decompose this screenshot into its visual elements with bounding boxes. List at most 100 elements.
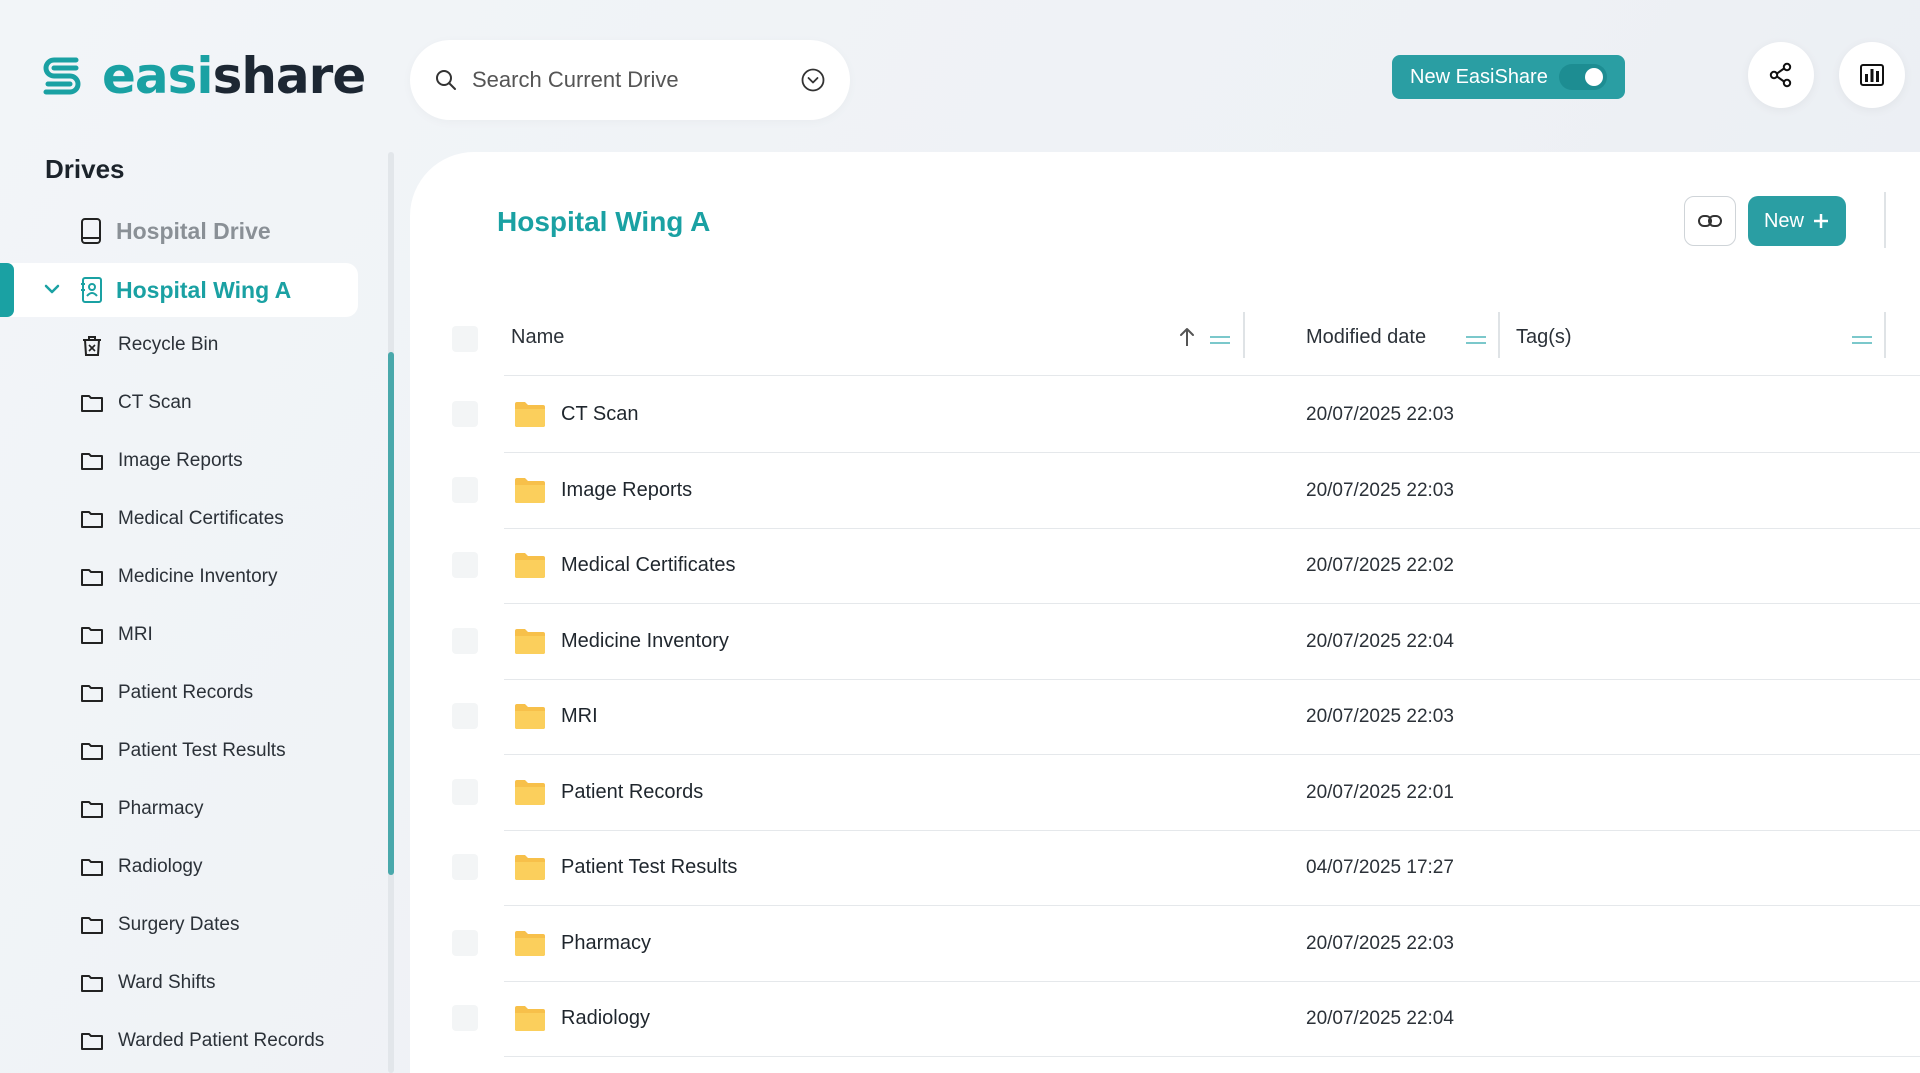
table-row[interactable]: Radiology 20/07/2025 22:04 — [410, 981, 1920, 1056]
new-easishare-toggle[interactable]: New EasiShare — [1392, 55, 1625, 99]
app-logo[interactable]: easishare — [36, 47, 366, 105]
sidebar-scrollbar-thumb[interactable] — [388, 352, 394, 875]
page-title: Hospital Wing A — [497, 206, 711, 237]
easishare-logo-icon — [43, 57, 81, 95]
search-input[interactable] — [472, 67, 800, 93]
row-checkbox[interactable] — [452, 627, 478, 654]
column-header-name[interactable]: Name — [511, 326, 564, 349]
sidebar-item-folder[interactable]: Warded Patient Records — [0, 1018, 358, 1064]
sidebar-item-folder[interactable]: Patient Records — [0, 670, 358, 716]
folder-icon — [81, 975, 103, 992]
row-checkbox[interactable] — [452, 854, 478, 880]
sidebar-item-folder[interactable]: Pharmacy — [0, 786, 358, 832]
sidebar-item-label: Recycle Bin — [118, 334, 219, 355]
active-indicator — [0, 263, 14, 317]
sidebar-item-folder[interactable]: MRI — [0, 612, 358, 658]
sidebar-item-folder[interactable]: Surgery Dates — [0, 902, 358, 948]
sidebar-item-folder[interactable]: Medical Certificates — [0, 496, 358, 542]
folder-icon — [81, 859, 103, 876]
toggle-switch[interactable] — [1559, 64, 1607, 90]
tablet-icon — [81, 218, 101, 244]
row-checkbox[interactable] — [452, 929, 478, 956]
row-name[interactable]: CT Scan — [561, 403, 638, 426]
stats-button[interactable] — [1839, 42, 1905, 108]
column-menu-icon[interactable] — [1210, 336, 1230, 344]
row-name[interactable]: Pharmacy — [561, 932, 651, 955]
chevron-down-icon[interactable] — [42, 279, 62, 299]
chevron-down-circle-icon[interactable] — [800, 67, 826, 93]
column-menu-icon[interactable] — [1466, 336, 1486, 344]
sidebar-item-folder[interactable]: Patient Test Results — [0, 728, 358, 774]
table-row[interactable]: Medicine Inventory 20/07/2025 22:04 — [410, 604, 1920, 679]
select-all-checkbox[interactable] — [452, 326, 478, 352]
column-header-tags[interactable]: Tag(s) — [1516, 326, 1572, 349]
sidebar-item-folder[interactable]: Image Reports — [0, 438, 358, 484]
row-modified-date: 20/07/2025 22:03 — [1306, 404, 1454, 425]
sidebar-item-label: Warded Patient Records — [118, 1030, 325, 1051]
row-name[interactable]: Radiology — [561, 1007, 650, 1030]
folder-icon — [515, 855, 545, 880]
sidebar-item-label: Ward Shifts — [118, 972, 216, 993]
folder-icon — [515, 930, 545, 956]
sidebar: Drives Hospital Drive Hospital Wing A Re… — [0, 150, 390, 1073]
sidebar-item-label: MRI — [118, 624, 153, 645]
row-modified-date: 20/07/2025 22:01 — [1306, 781, 1454, 803]
row-checkbox[interactable] — [452, 476, 478, 503]
row-name[interactable]: MRI — [561, 705, 598, 728]
column-divider[interactable] — [1884, 312, 1886, 358]
sidebar-item-label: Surgery Dates — [118, 914, 240, 935]
toggle-label: New EasiShare — [1410, 65, 1548, 88]
table-row[interactable]: Medical Certificates 20/07/2025 22:02 — [410, 528, 1920, 603]
table-row[interactable]: Patient Test Results 04/07/2025 17:27 — [410, 830, 1920, 905]
sidebar-item-label: CT Scan — [118, 392, 192, 413]
row-checkbox[interactable] — [452, 1005, 478, 1031]
sidebar-item-folder[interactable]: Ward Shifts — [0, 960, 358, 1006]
header-divider — [504, 375, 1920, 376]
row-checkbox[interactable] — [452, 401, 478, 427]
row-checkbox[interactable] — [452, 703, 478, 729]
sidebar-item-folder[interactable]: Medicine Inventory — [0, 554, 358, 600]
sidebar-item-recycle-bin[interactable]: Recycle Bin — [0, 322, 358, 368]
sidebar-item-label: Image Reports — [118, 450, 243, 471]
column-header-modified[interactable]: Modified date — [1306, 326, 1426, 349]
sidebar-item-label: Medicine Inventory — [118, 566, 278, 587]
row-checkbox[interactable] — [452, 552, 478, 578]
sort-ascending-icon[interactable] — [1178, 326, 1196, 348]
row-name[interactable]: Image Reports — [561, 479, 692, 502]
drive-item-hospital-drive[interactable]: Hospital Drive — [0, 204, 358, 258]
copy-link-button[interactable] — [1684, 196, 1736, 246]
row-checkbox[interactable] — [452, 778, 478, 805]
folder-icon — [515, 779, 545, 805]
table-row[interactable]: CT Scan 20/07/2025 22:03 — [410, 377, 1920, 452]
column-menu-icon[interactable] — [1852, 336, 1872, 344]
sidebar-item-folder[interactable]: CT Scan — [0, 380, 358, 426]
row-modified-date: 20/07/2025 22:02 — [1306, 555, 1454, 576]
search-bar[interactable] — [410, 40, 850, 120]
row-name[interactable]: Medicine Inventory — [561, 630, 729, 653]
sidebar-item-folder[interactable]: Radiology — [0, 844, 358, 890]
folder-icon — [81, 685, 103, 702]
contact-book-icon — [81, 277, 102, 303]
logo-text: easishare — [102, 47, 366, 105]
folder-icon — [515, 553, 545, 578]
table-row[interactable]: Pharmacy 20/07/2025 22:03 — [410, 906, 1920, 981]
table-row[interactable]: Patient Records 20/07/2025 22:01 — [410, 755, 1920, 830]
link-icon — [1698, 215, 1722, 227]
table-row[interactable]: Image Reports 20/07/2025 22:03 — [410, 453, 1920, 528]
folder-icon — [81, 569, 103, 586]
folder-icon — [515, 704, 545, 729]
row-name[interactable]: Medical Certificates — [561, 554, 736, 577]
share-button[interactable] — [1748, 42, 1814, 108]
row-name[interactable]: Patient Test Results — [561, 856, 737, 879]
folder-icon — [515, 628, 545, 654]
row-name[interactable]: Patient Records — [561, 781, 703, 804]
folder-icon — [81, 743, 103, 760]
column-divider[interactable] — [1498, 312, 1500, 358]
drive-item-hospital-wing-a[interactable]: Hospital Wing A — [0, 263, 358, 317]
column-divider[interactable] — [1243, 312, 1245, 358]
search-icon — [436, 70, 456, 90]
new-button[interactable]: New — [1748, 196, 1846, 246]
folder-icon — [81, 917, 103, 934]
table-row[interactable]: MRI 20/07/2025 22:03 — [410, 679, 1920, 754]
folder-icon — [515, 402, 545, 427]
